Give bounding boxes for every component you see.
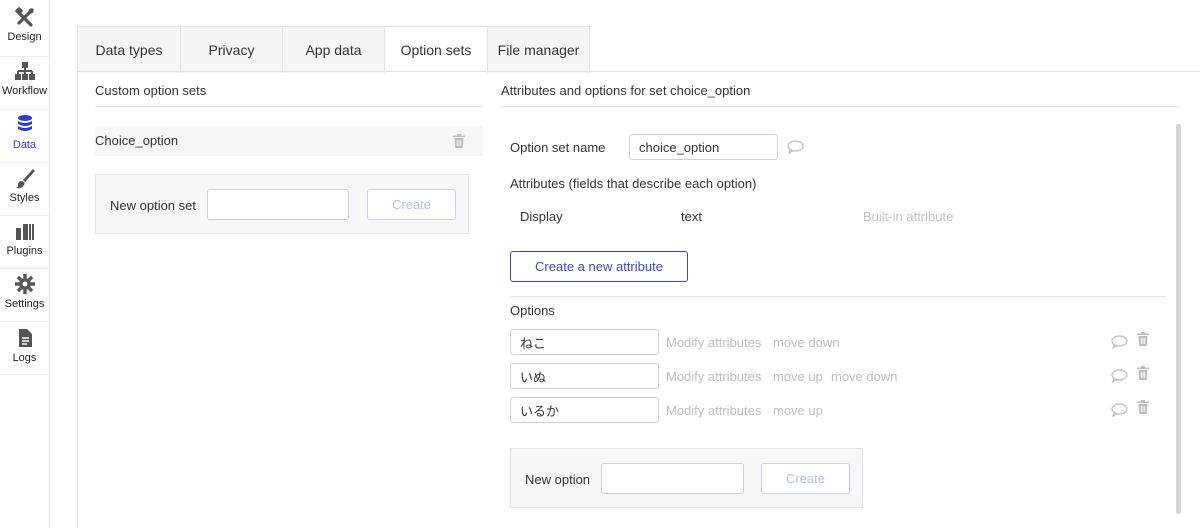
- option-set-name-input[interactable]: [629, 134, 778, 160]
- section-divider: [500, 106, 1180, 107]
- new-option-box: New option Create: [510, 448, 863, 508]
- rail-item-design[interactable]: Design: [0, 6, 49, 59]
- rail-divider: [0, 215, 49, 216]
- tab-privacy[interactable]: Privacy: [181, 27, 283, 73]
- create-option-button[interactable]: Create: [761, 463, 850, 494]
- trash-icon[interactable]: [1137, 332, 1149, 346]
- comment-icon[interactable]: [1111, 335, 1128, 349]
- tabs-divider: [77, 71, 1200, 72]
- new-option-set-input[interactable]: [207, 189, 349, 220]
- document-icon: [18, 329, 32, 347]
- rail-divider: [0, 162, 49, 163]
- data-tabs: Data types Privacy App data Option sets …: [77, 26, 590, 73]
- move-up-link[interactable]: move up: [773, 403, 823, 418]
- rail-label-settings: Settings: [4, 298, 45, 310]
- new-option-set-label: New option set: [110, 198, 196, 213]
- attribute-type: text: [681, 209, 702, 224]
- scrollbar[interactable]: [1176, 124, 1181, 514]
- move-up-link[interactable]: move up: [773, 369, 823, 384]
- custom-option-sets-title: Custom option sets: [95, 83, 207, 98]
- rail-label-design: Design: [7, 31, 42, 43]
- rail-divider: [0, 109, 49, 110]
- rail-item-settings[interactable]: Settings: [0, 273, 49, 326]
- move-down-link[interactable]: move down: [831, 369, 897, 384]
- attribute-name: Display: [520, 209, 563, 224]
- new-option-set-box: New option set Create: [95, 174, 469, 234]
- rail-label-styles: Styles: [9, 192, 40, 204]
- rail-label-workflow: Workflow: [1, 85, 48, 97]
- options-title: Options: [510, 303, 555, 318]
- section-divider: [95, 106, 483, 107]
- rail-item-logs[interactable]: Logs: [0, 327, 49, 380]
- section-divider: [510, 296, 1167, 297]
- rail-item-styles[interactable]: Styles: [0, 167, 49, 220]
- rail-item-plugins[interactable]: Plugins: [0, 220, 49, 273]
- comment-icon[interactable]: [1111, 369, 1128, 383]
- database-icon: [17, 115, 32, 131]
- option-input[interactable]: [510, 329, 659, 355]
- tab-app-data[interactable]: App data: [283, 27, 385, 73]
- workflow-icon: [14, 62, 35, 80]
- panel-border: [77, 72, 78, 528]
- new-option-label: New option: [525, 472, 591, 487]
- attribute-note: Built-in attribute: [863, 209, 954, 224]
- rail-label-plugins: Plugins: [6, 245, 43, 257]
- rail-divider: [0, 268, 49, 269]
- create-option-set-button[interactable]: Create: [367, 189, 456, 220]
- attributes-title: Attributes (fields that describe each op…: [510, 176, 757, 191]
- plugins-icon: [15, 224, 34, 240]
- trash-icon[interactable]: [1137, 366, 1149, 380]
- rail-divider: [0, 56, 49, 57]
- modify-attributes-link[interactable]: Modify attributes: [666, 335, 761, 350]
- attributes-options-title: Attributes and options for set choice_op…: [501, 83, 751, 98]
- rail-item-data[interactable]: Data: [0, 114, 49, 167]
- create-attribute-button[interactable]: Create a new attribute: [510, 251, 688, 282]
- rail-label-data: Data: [12, 139, 37, 151]
- option-set-row[interactable]: Choice_option: [95, 126, 483, 156]
- modify-attributes-link[interactable]: Modify attributes: [666, 369, 761, 384]
- option-set-name-label: Option set name: [510, 140, 606, 155]
- tab-file-manager[interactable]: File manager: [488, 27, 589, 73]
- trash-icon[interactable]: [1137, 400, 1149, 414]
- trash-icon[interactable]: [453, 134, 465, 148]
- option-input[interactable]: [510, 397, 659, 423]
- modify-attributes-link[interactable]: Modify attributes: [666, 403, 761, 418]
- rail-label-logs: Logs: [12, 352, 37, 364]
- tab-data-types[interactable]: Data types: [78, 27, 181, 73]
- comment-icon[interactable]: [1111, 403, 1128, 417]
- brush-icon: [15, 169, 35, 189]
- option-set-name: Choice_option: [95, 133, 179, 148]
- gear-icon: [14, 274, 35, 294]
- comment-icon[interactable]: [787, 140, 804, 154]
- left-nav-rail: Design Workflow Data Styles Plugins Sett…: [0, 0, 50, 528]
- design-tools-icon: [14, 6, 34, 27]
- tab-option-sets[interactable]: Option sets: [385, 27, 488, 73]
- rail-item-workflow[interactable]: Workflow: [0, 60, 49, 113]
- move-down-link[interactable]: move down: [773, 335, 839, 350]
- rail-divider: [0, 321, 49, 322]
- option-input[interactable]: [510, 363, 659, 389]
- rail-divider: [0, 374, 49, 375]
- new-option-input[interactable]: [601, 463, 744, 494]
